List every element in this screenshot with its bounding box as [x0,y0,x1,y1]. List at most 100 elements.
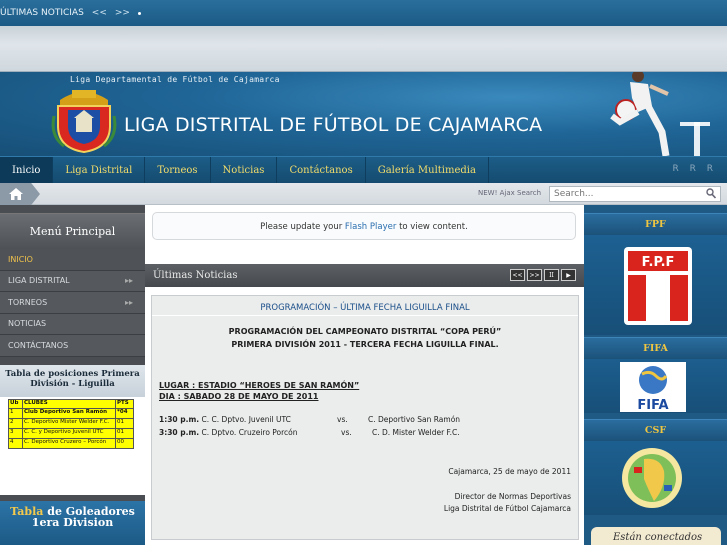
table-cell: C. C. y Deportivo Juvenil UTC [22,428,116,439]
article-signature-title: Director de Normas Deportivas [454,492,571,501]
table-cell: 2 [8,418,23,429]
table-row: 2 C. Deportivo Mister Welder F.C. 01 [8,418,134,429]
table-row: 1 Club Deportivo San Ramón *04 [8,408,134,419]
ticker-bullet-icon [137,11,141,15]
menu-item-label: LIGA DISTRITAL [8,276,70,286]
match-team-home: C. Dptvo. Cruzeiro Porcón [201,428,298,437]
table-row: 4 C. Deportivo Cruzero – Porcón 00 [8,438,134,449]
fifa-logo[interactable]: FIFA [620,362,686,412]
table-header-cell: Ub [8,399,23,409]
table-header-cell: PTS [115,399,134,409]
scorers-widget-header[interactable]: Tabla de Goleadores 1era Division [0,501,145,545]
csf-widget: CSF [584,419,727,515]
table-cell: 01 [115,428,134,439]
table-header-row: Ub CLUBES PTS [8,399,134,409]
nav-galeria-multimedia[interactable]: Galería Multimedia [366,157,489,183]
news-pause-button[interactable]: II [544,269,559,281]
table-cell: Club Deportivo San Ramón [22,408,116,419]
table-cell: 01 [115,418,134,429]
standings-table: Ub CLUBES PTS 1 Club Deportivo San Ramón… [8,399,134,449]
news-article: PROGRAMACIÓN – ÚLTIMA FECHA LIGUILLA FIN… [151,295,579,540]
home-button[interactable] [0,183,40,205]
article-date-line: DIA : SABADO 28 DE MAYO DE 2011 [159,392,319,401]
ticker-prev-button[interactable]: << [92,8,107,18]
menu-item-torneos[interactable]: TORNEOS ▸▸ [0,292,145,314]
nav-noticias[interactable]: Noticias [211,157,278,183]
fpf-title: FPF [584,213,727,235]
menu-item-label: TORNEOS [8,297,48,307]
table-header-cell: CLUBES [22,399,116,409]
fpf-logo[interactable]: F.P.F [622,245,694,327]
font-size-controls[interactable]: R R R [673,164,717,174]
fpf-logo-text: F.P.F [642,255,675,270]
site-title: LIGA DISTRITAL DE FÚTBOL DE CAJAMARCA [124,114,543,136]
football-player-image [610,72,710,156]
news-section-title: Últimas Noticias [153,270,238,281]
article-title-link[interactable]: PROGRAMACIÓN – ÚLTIMA FECHA LIGUILLA FIN… [152,296,578,316]
users-online-header: Están conectados [591,527,721,545]
right-sidebar: FPF F.P.F FIFA FIFA CSF Están conectados [584,205,727,545]
nav-contactanos[interactable]: Contáctanos [277,157,366,183]
table-cell: *04 [115,408,134,419]
flash-text-post: to view content. [399,222,468,232]
ticker-next-button[interactable]: >> [115,8,130,18]
news-play-button[interactable]: ▶ [561,269,576,281]
search-icon[interactable] [706,188,716,199]
main-menu-title: Menú Principal [0,213,145,249]
article-signature-org: Liga Distrital de Fútbol Cajamarca [443,504,571,513]
table-cell: C. Deportivo Mister Welder F.C. [22,418,116,429]
home-icon [9,188,23,200]
match-team-home: C. C. Dptvo. Juvenil UTC [201,415,291,424]
standings-widget: Tabla de posiciones Primera División - L… [0,365,145,495]
menu-item-label: INICIO [8,254,33,264]
nav-inicio[interactable]: Inicio [0,157,54,183]
nav-liga-distrital[interactable]: Liga Distrital [53,157,146,183]
news-first-button[interactable]: << [510,269,525,281]
match-row: 3:30 p.m. C. Dptvo. Cruzeiro Porcón vs. … [159,428,460,437]
news-next-button[interactable]: >> [527,269,542,281]
table-cell: 00 [115,438,134,449]
menu-item-liga-distrital[interactable]: LIGA DISTRITAL ▸▸ [0,270,145,292]
nav-torneos[interactable]: Torneos [145,157,211,183]
site-header: Liga Departamental de Fútbol de Cajamarc… [0,72,727,156]
main-nav: Inicio Liga Distrital Torneos Noticias C… [0,156,727,183]
header-tagline: Liga Departamental de Fútbol de Cajamarc… [70,75,280,84]
match-time: 1:30 p.m. [159,415,200,424]
table-cell: 1 [8,408,23,419]
table-cell: 4 [8,438,23,449]
table-row: 3 C. C. y Deportivo Juvenil UTC 01 [8,428,134,439]
news-section-header: Últimas Noticias << >> II ▶ [145,264,584,287]
match-row: 1:30 p.m. C. C. Dptvo. Juvenil UTC vs. C… [159,415,460,424]
search-bar: NEW! Ajax Search [0,183,727,205]
chevron-right-icon: ▸▸ [124,276,133,286]
news-controls: << >> II ▶ [510,269,576,281]
fpf-widget: FPF F.P.F [584,213,727,335]
csf-logo[interactable] [620,447,684,509]
fifa-widget: FIFA FIFA [584,337,727,413]
cajamarca-crest-logo[interactable] [50,86,118,154]
match-vs: vs. [337,415,348,424]
fifa-logo-text: FIFA [637,398,668,412]
flash-notice: Please update your Flash Player to view … [152,212,576,240]
left-sidebar: Menú Principal INICIO LIGA DISTRITAL ▸▸ T… [0,205,145,545]
menu-item-inicio[interactable]: INICIO [0,249,145,271]
search-input[interactable] [549,186,721,202]
article-venue: LUGAR : ESTADIO “HEROES DE SAN RAMÓN” DI… [159,380,359,402]
ajax-search-label: NEW! Ajax Search [478,189,542,197]
chevron-right-icon: ▸▸ [124,297,133,307]
match-team-away: C. Deportivo San Ramón [368,415,461,424]
top-band [0,26,727,72]
match-team-away: C. D. Mister Welder F.C. [372,428,460,437]
match-vs: vs. [341,428,352,437]
article-date-location: Cajamarca, 25 de mayo de 2011 [448,467,571,476]
menu-item-contactanos[interactable]: CONTÁCTANOS [0,335,145,357]
flash-player-link[interactable]: Flash Player [345,222,396,232]
csf-title: CSF [584,419,727,441]
fifa-title: FIFA [584,337,727,359]
menu-item-noticias[interactable]: NOTICIAS [0,313,145,335]
menu-item-label: CONTÁCTANOS [8,340,69,350]
match-time: 3:30 p.m. [159,428,200,437]
menu-item-label: NOTICIAS [8,319,47,329]
article-heading: PROGRAMACIÓN DEL CAMPEONATO DISTRITAL “C… [228,327,502,349]
standings-title: Tabla de posiciones Primera División - L… [0,365,145,397]
